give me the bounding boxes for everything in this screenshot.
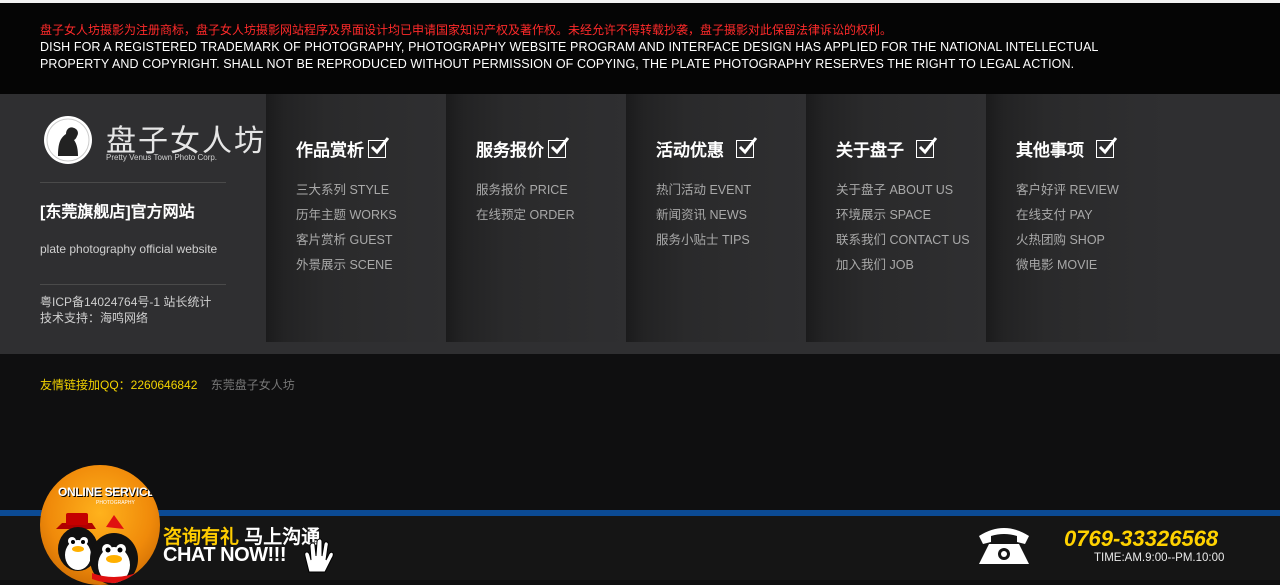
column-links: 服务报价 PRICE 在线预定 ORDER bbox=[476, 178, 575, 228]
store-subtitle: plate photography official website bbox=[40, 242, 218, 256]
store-title: [东莞旗舰店]官方网站 bbox=[40, 204, 195, 221]
footer-column-other: 其他事项 客户好评 REVIEW 在线支付 PAY 火热团购 SHOP 微电影 … bbox=[986, 94, 1166, 342]
penguin-mascot-icon bbox=[56, 513, 138, 585]
footer-link-guest[interactable]: 客片赏析 GUEST bbox=[296, 228, 397, 253]
footer-link-shop[interactable]: 火热团购 SHOP bbox=[1016, 228, 1119, 253]
footer-column-about: 关于盘子 关于盘子 ABOUT US 环境展示 SPACE 联系我们 CONTA… bbox=[806, 94, 986, 342]
icp-line[interactable]: 粤ICP备14024764号-1 站长统计 bbox=[40, 294, 211, 310]
column-title-text: 关于盘子 bbox=[836, 141, 904, 160]
footer-link-pay[interactable]: 在线支付 PAY bbox=[1016, 203, 1119, 228]
legal-notice-en: DISH FOR A REGISTERED TRADEMARK OF PHOTO… bbox=[40, 40, 1098, 71]
column-title: 作品赏析 bbox=[296, 136, 390, 161]
badge-subtitle: PHOTOGRAPHY bbox=[96, 500, 135, 506]
footer-link-review[interactable]: 客户好评 REVIEW bbox=[1016, 178, 1119, 203]
column-title-text: 其他事项 bbox=[1016, 141, 1084, 160]
column-title-text: 服务报价 bbox=[476, 141, 544, 160]
column-links: 三大系列 STYLE 历年主题 WORKS 客片赏析 GUEST 外景展示 SC… bbox=[296, 178, 397, 278]
footer-link-style[interactable]: 三大系列 STYLE bbox=[296, 178, 397, 203]
logo-subtitle: Pretty Venus Town Photo Corp. bbox=[106, 153, 218, 162]
checkmark-icon bbox=[1096, 136, 1118, 158]
chat-now-button[interactable]: CHAT NOW!!! bbox=[163, 538, 334, 573]
logo[interactable]: 盘子女人坊 Pretty Venus Town Photo Corp. bbox=[44, 116, 264, 166]
column-title: 关于盘子 bbox=[836, 136, 938, 161]
column-links: 客户好评 REVIEW 在线支付 PAY 火热团购 SHOP 微电影 MOVIE bbox=[1016, 178, 1119, 278]
footer-link-tips[interactable]: 服务小贴士 TIPS bbox=[656, 228, 751, 253]
telephone-icon bbox=[979, 528, 1029, 564]
divider bbox=[40, 284, 226, 285]
column-title: 服务报价 bbox=[476, 136, 570, 161]
footer-link-space[interactable]: 环境展示 SPACE bbox=[836, 203, 970, 228]
divider bbox=[40, 182, 226, 183]
footer-link-scene[interactable]: 外景展示 SCENE bbox=[296, 253, 397, 278]
chat-now-label: CHAT NOW!!! bbox=[163, 544, 286, 566]
checkmark-icon bbox=[368, 136, 390, 158]
badge-title: ONLINE SERVICE bbox=[58, 485, 155, 499]
footer-column-works: 作品赏析 三大系列 STYLE 历年主题 WORKS 客片赏析 GUEST 外景… bbox=[266, 94, 446, 342]
column-links: 热门活动 EVENT 新闻资讯 NEWS 服务小贴士 TIPS bbox=[656, 178, 751, 253]
footer-link-order[interactable]: 在线预定 ORDER bbox=[476, 203, 575, 228]
footer-column-price: 服务报价 服务报价 PRICE 在线预定 ORDER bbox=[446, 94, 626, 342]
legal-notice-cn: 盘子女人坊摄影为注册商标，盘子女人坊摄影网站程序及界面设计均已申请国家知识产权及… bbox=[40, 23, 893, 37]
friend-link-site[interactable]: 东莞盘子女人坊 bbox=[211, 378, 295, 392]
footer-link-news[interactable]: 新闻资讯 NEWS bbox=[656, 203, 751, 228]
online-service-badge[interactable]: ONLINE SERVICE PHOTOGRAPHY bbox=[40, 465, 160, 585]
tech-support-line[interactable]: 技术支持：海鸣网络 bbox=[40, 310, 211, 326]
checkmark-icon bbox=[736, 136, 758, 158]
column-title: 其他事项 bbox=[1016, 136, 1118, 161]
column-title-text: 作品赏析 bbox=[296, 141, 364, 160]
footer-link-works[interactable]: 历年主题 WORKS bbox=[296, 203, 397, 228]
footer-column-events: 活动优惠 热门活动 EVENT 新闻资讯 NEWS 服务小贴士 TIPS bbox=[626, 94, 806, 342]
column-title-text: 活动优惠 bbox=[656, 141, 724, 160]
friend-links: 友情链接加QQ：2260646842 东莞盘子女人坊 bbox=[40, 376, 295, 393]
footer-link-about-us[interactable]: 关于盘子 ABOUT US bbox=[836, 178, 970, 203]
footer-link-job[interactable]: 加入我们 JOB bbox=[836, 253, 970, 278]
checkmark-icon bbox=[548, 136, 570, 158]
legal-notice: 盘子女人坊摄影为注册商标，盘子女人坊摄影网站程序及界面设计均已申请国家知识产权及… bbox=[0, 0, 1280, 94]
brand-block: 盘子女人坊 Pretty Venus Town Photo Corp. [东莞旗… bbox=[40, 94, 264, 354]
phone-number[interactable]: 0769-33326568 bbox=[1064, 526, 1218, 552]
logo-portrait-icon bbox=[44, 116, 92, 164]
column-title: 活动优惠 bbox=[656, 136, 758, 161]
checkmark-icon bbox=[916, 136, 938, 158]
footer-main: 盘子女人坊 Pretty Venus Town Photo Corp. [东莞旗… bbox=[0, 94, 1280, 354]
service-hours: TIME:AM.9:00--PM.10:00 bbox=[1094, 552, 1225, 564]
footer-link-event[interactable]: 热门活动 EVENT bbox=[656, 178, 751, 203]
footer-link-contact-us[interactable]: 联系我们 CONTACT US bbox=[836, 228, 970, 253]
friend-links-label: 友情链接加QQ：2260646842 bbox=[40, 378, 198, 392]
column-links: 关于盘子 ABOUT US 环境展示 SPACE 联系我们 CONTACT US… bbox=[836, 178, 970, 278]
footer-link-price[interactable]: 服务报价 PRICE bbox=[476, 178, 575, 203]
icp-info: 粤ICP备14024764号-1 站长统计 技术支持：海鸣网络 bbox=[40, 294, 211, 326]
footer-link-movie[interactable]: 微电影 MOVIE bbox=[1016, 253, 1119, 278]
hand-wave-icon bbox=[304, 538, 334, 573]
